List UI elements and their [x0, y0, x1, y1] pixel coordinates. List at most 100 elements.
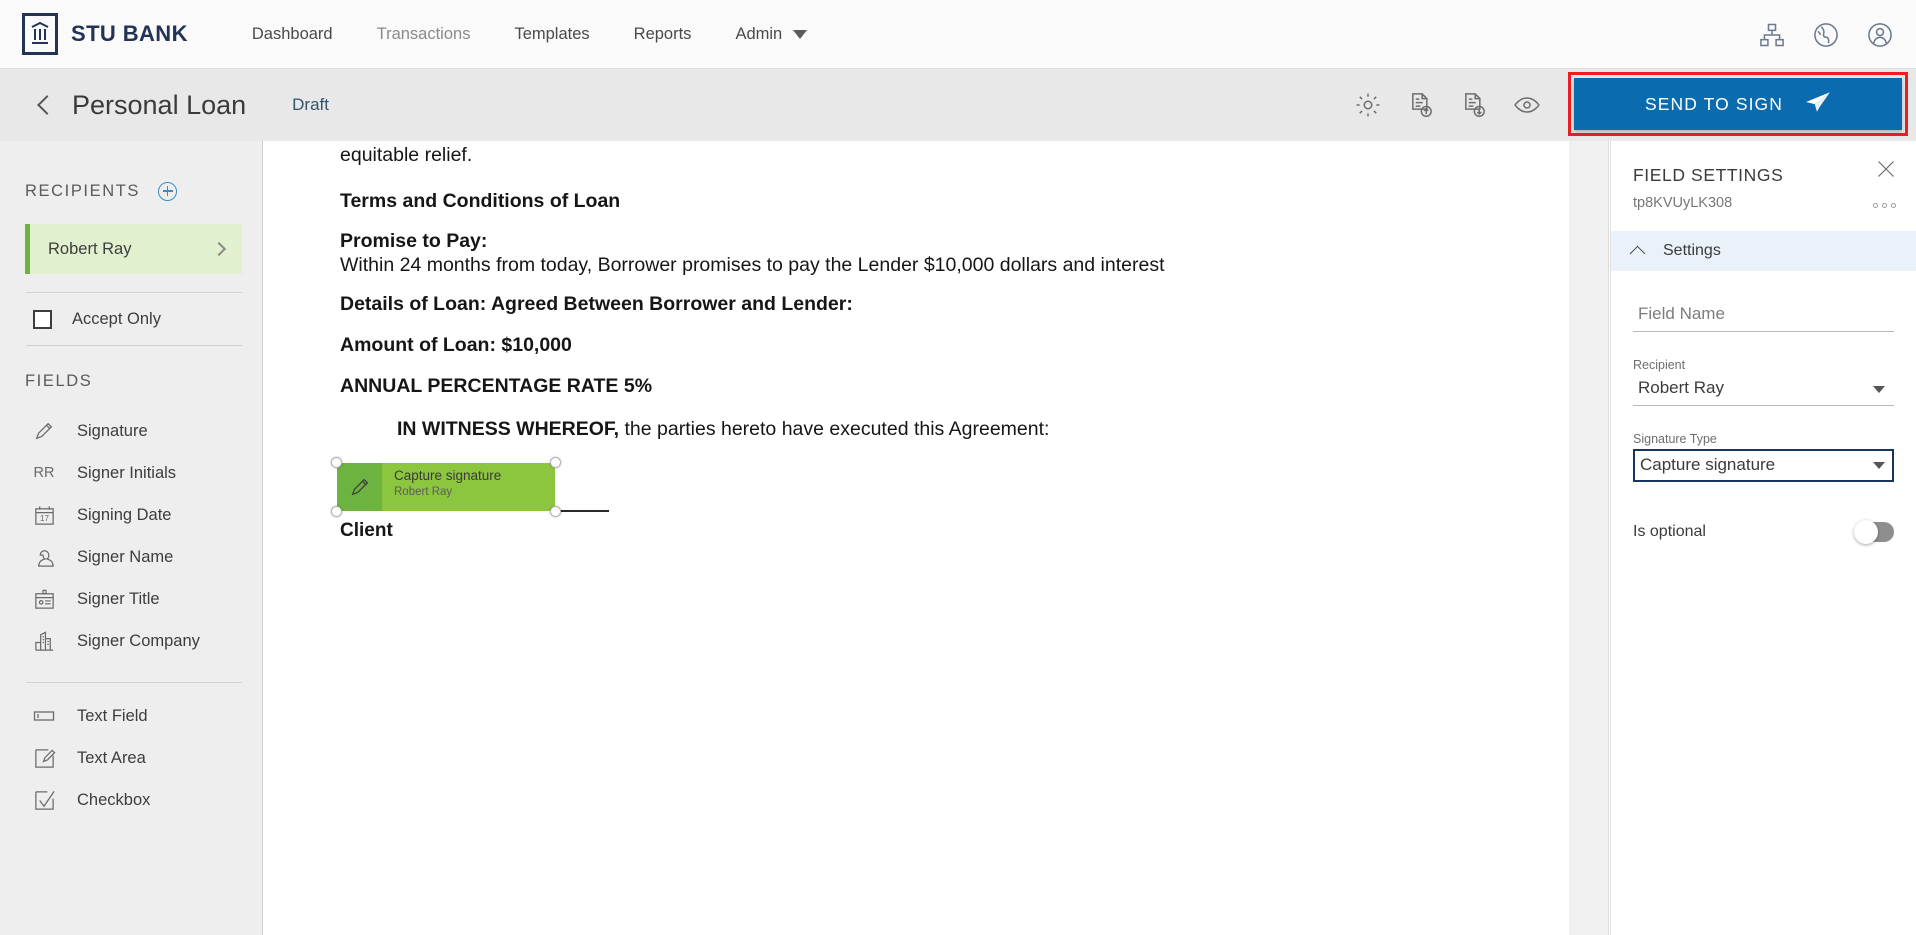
- signature-type-label: Signature Type: [1633, 432, 1717, 446]
- doc-line: Details of Loan: Agreed Between Borrower…: [340, 293, 853, 315]
- field-settings-form: Recipient Robert Ray Signature Type Capt…: [1611, 271, 1916, 544]
- field-item-signing-date[interactable]: 17 Signing Date: [0, 494, 262, 536]
- settings-section-label: Settings: [1663, 242, 1721, 259]
- pen-icon: [31, 418, 57, 444]
- divider: [26, 345, 242, 346]
- toggle-knob: [1854, 520, 1878, 544]
- nav-item-templates[interactable]: Templates: [492, 25, 611, 44]
- signature-field-recipient: Robert Ray: [394, 485, 453, 498]
- field-settings-header: FIELD SETTINGS tp8KVUyLK308: [1611, 141, 1916, 211]
- field-item-signer-name[interactable]: Signer Name: [0, 536, 262, 578]
- close-icon[interactable]: [1876, 159, 1896, 179]
- fields-heading: FIELDS: [0, 358, 262, 404]
- brand-name: STU BANK: [71, 21, 188, 46]
- is-optional-toggle[interactable]: [1854, 520, 1894, 544]
- checkbox-icon: [31, 787, 57, 813]
- plus-circle-icon[interactable]: [158, 181, 178, 201]
- field-name-group: [1633, 301, 1894, 332]
- signature-field-widget[interactable]: Capture signature Robert Ray: [331, 457, 561, 517]
- chevron-right-icon: [211, 241, 227, 257]
- nav-item-admin[interactable]: Admin: [713, 25, 829, 44]
- accept-only-option[interactable]: Accept Only: [0, 293, 262, 345]
- more-options-icon[interactable]: [1873, 203, 1896, 208]
- signature-type-group: Signature Type Capture signature: [1633, 432, 1894, 482]
- doc-line-emphasis: IN WITNESS WHEREOF,: [397, 417, 620, 440]
- recipients-heading-label: RECIPIENTS: [25, 181, 141, 200]
- client-signature-label: Client: [340, 520, 393, 541]
- pen-icon: [337, 463, 382, 511]
- fields-list-group-2: Text Field Text Area Checkbox: [0, 695, 262, 821]
- doc-line: Amount of Loan: $10,000: [340, 333, 572, 356]
- text-area-icon: [31, 745, 57, 771]
- chevron-left-icon[interactable]: [37, 95, 57, 115]
- document-download-icon[interactable]: [1460, 91, 1488, 119]
- globe-icon[interactable]: [1812, 21, 1840, 49]
- brand-logo[interactable]: STU BANK: [22, 13, 188, 55]
- document-upload-icon[interactable]: [1407, 91, 1435, 119]
- field-item-label: Text Field: [77, 706, 148, 725]
- resize-handle-bottom-right[interactable]: [550, 506, 561, 517]
- doc-line: Promise to Pay:: [340, 230, 488, 252]
- signature-field-text: Capture signature Robert Ray: [382, 463, 501, 511]
- doc-line: equitable relief.: [340, 144, 473, 166]
- field-item-label: Signer Name: [77, 547, 174, 566]
- user-account-icon[interactable]: [1866, 21, 1894, 49]
- id-badge-icon: [31, 586, 57, 612]
- resize-handle-top-left[interactable]: [331, 457, 342, 468]
- org-chart-icon[interactable]: [1758, 21, 1786, 49]
- gear-icon[interactable]: [1354, 91, 1382, 119]
- svg-text:17: 17: [39, 514, 49, 523]
- field-item-text-area[interactable]: Text Area: [0, 737, 262, 779]
- document-canvas[interactable]: equitable relief. Terms and Conditions o…: [264, 141, 1569, 935]
- settings-section-toggle[interactable]: Settings: [1611, 231, 1916, 271]
- send-to-sign-button[interactable]: SEND TO SIGN: [1574, 78, 1902, 130]
- text-field-icon: [31, 703, 57, 729]
- field-item-signer-title[interactable]: Signer Title: [0, 578, 262, 620]
- field-item-signer-initials[interactable]: RR Signer Initials: [0, 452, 262, 494]
- recipients-heading: RECIPIENTS: [0, 168, 262, 214]
- divider: [26, 682, 242, 683]
- nav-item-dashboard[interactable]: Dashboard: [230, 25, 355, 44]
- building-icon: [31, 628, 57, 654]
- field-item-label: Signer Initials: [77, 463, 177, 482]
- paper-plane-icon: [1805, 91, 1831, 118]
- field-item-signer-company[interactable]: Signer Company: [0, 620, 262, 662]
- signature-field-title: Capture signature: [394, 468, 502, 483]
- resize-handle-top-right[interactable]: [550, 457, 561, 468]
- initials-icon: RR: [33, 465, 55, 481]
- recipient-select[interactable]: Robert Ray: [1633, 375, 1894, 406]
- doc-line: ANNUAL PERCENTAGE RATE 5%: [340, 375, 653, 397]
- nav-item-reports[interactable]: Reports: [612, 25, 714, 44]
- field-id: tp8KVUyLK308: [1633, 195, 1733, 211]
- send-to-sign-label: SEND TO SIGN: [1645, 93, 1783, 114]
- nav-item-admin-label: Admin: [735, 24, 783, 43]
- field-item-text-field[interactable]: Text Field: [0, 695, 262, 737]
- is-optional-label: Is optional: [1633, 523, 1706, 540]
- fields-heading-label: FIELDS: [25, 371, 93, 390]
- sidebar-item-recipient-robert-ray[interactable]: Robert Ray: [25, 224, 242, 274]
- recipient-group: Recipient Robert Ray: [1633, 358, 1894, 406]
- field-settings-panel: FIELD SETTINGS tp8KVUyLK308 Settings Rec…: [1610, 141, 1916, 935]
- field-item-signature[interactable]: Signature: [0, 410, 262, 452]
- recipient-name: Robert Ray: [48, 239, 132, 258]
- doc-line-rest: the parties hereto have executed this Ag…: [624, 417, 1050, 440]
- recipient-label: Recipient: [1633, 358, 1686, 372]
- signature-rule: [555, 510, 609, 512]
- left-sidebar: RECIPIENTS Robert Ray Accept Only FIELDS…: [0, 141, 263, 935]
- top-nav-actions: [1758, 0, 1894, 69]
- field-item-checkbox[interactable]: Checkbox: [0, 779, 262, 821]
- document-action-icons: [1354, 69, 1541, 141]
- field-settings-title: FIELD SETTINGS: [1633, 165, 1784, 185]
- nav-item-transactions[interactable]: Transactions: [355, 25, 493, 44]
- canvas-gutter: [1569, 141, 1609, 935]
- accept-only-checkbox[interactable]: [33, 309, 52, 329]
- signature-type-select[interactable]: Capture signature: [1633, 449, 1894, 482]
- field-item-label: Checkbox: [77, 790, 151, 809]
- field-name-input[interactable]: [1633, 301, 1894, 332]
- is-optional-row: Is optional: [1633, 520, 1894, 544]
- doc-line: Terms and Conditions of Loan: [340, 189, 621, 212]
- eye-preview-icon[interactable]: [1513, 91, 1541, 119]
- accept-only-label: Accept Only: [72, 309, 161, 328]
- resize-handle-bottom-left[interactable]: [331, 506, 342, 517]
- fields-list: Signature RR Signer Initials 17 Signing …: [0, 410, 262, 662]
